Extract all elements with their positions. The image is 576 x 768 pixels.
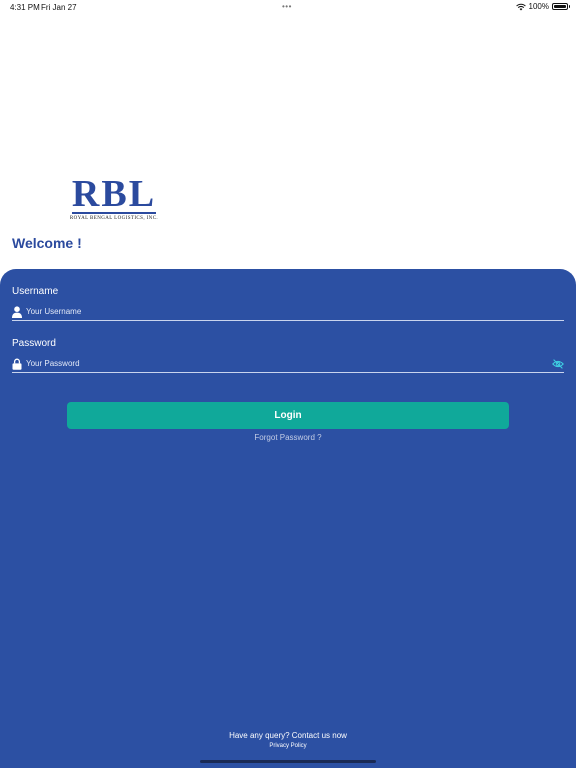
battery-fill — [554, 5, 566, 8]
forgot-password-link[interactable]: Forgot Password ? — [0, 433, 576, 442]
battery-icon — [552, 3, 570, 10]
home-indicator[interactable] — [200, 760, 376, 763]
username-field-row — [12, 304, 564, 321]
password-field-row — [12, 356, 564, 373]
privacy-policy-link[interactable]: Privacy Policy — [0, 743, 576, 749]
wifi-icon — [515, 3, 526, 10]
battery-percent: 100% — [528, 2, 549, 11]
login-panel — [0, 269, 576, 768]
status-time: 4:31 PM — [10, 3, 40, 12]
person-icon — [12, 306, 22, 318]
password-label: Password — [12, 338, 56, 349]
status-date: Fri Jan 27 — [41, 3, 77, 12]
welcome-heading: Welcome ! — [12, 235, 82, 251]
login-button[interactable]: Login — [67, 402, 509, 429]
password-input[interactable] — [26, 356, 526, 370]
eye-off-icon[interactable] — [552, 358, 564, 370]
username-input[interactable] — [26, 304, 526, 318]
status-bar: 4:31 PM Fri Jan 27 ••• 100% — [0, 0, 576, 14]
logo-mark: RBL — [71, 173, 157, 215]
contact-us-link[interactable]: Have any query? Contact us now — [0, 731, 576, 740]
company-logo: RBL ROYAL BENGAL LOGISTICS, INC. — [64, 173, 164, 221]
status-right: 100% — [515, 2, 570, 11]
multitasking-dots[interactable]: ••• — [282, 2, 292, 11]
logo-subtitle: ROYAL BENGAL LOGISTICS, INC. — [69, 216, 159, 221]
username-label: Username — [12, 286, 59, 297]
lock-icon — [12, 358, 22, 370]
